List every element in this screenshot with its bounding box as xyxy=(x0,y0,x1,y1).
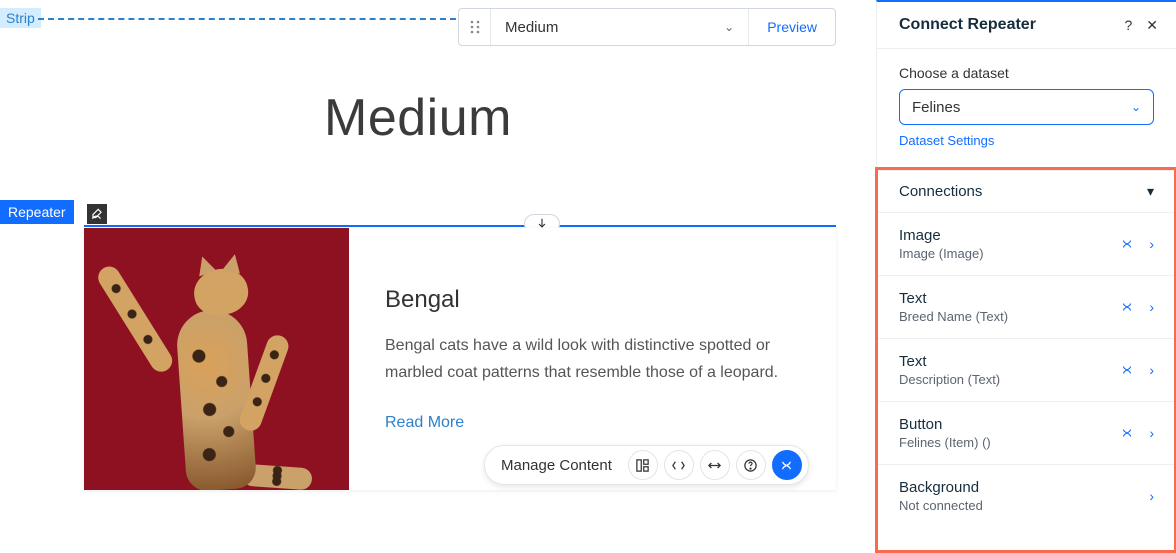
connection-sub: Breed Name (Text) xyxy=(899,309,1008,324)
drag-grip-icon[interactable] xyxy=(459,9,491,45)
strip-dashed-line xyxy=(38,18,456,20)
animations-icon[interactable] xyxy=(664,450,694,480)
connection-row-text-breed[interactable]: Text Breed Name (Text) › xyxy=(877,276,1176,339)
preview-button[interactable]: Preview xyxy=(748,9,835,45)
breakpoint-name: Medium xyxy=(505,19,558,36)
dataset-label: Choose a dataset xyxy=(899,65,1154,81)
repeater-tag[interactable]: Repeater xyxy=(0,200,74,224)
element-toolbar: Manage Content xyxy=(484,445,809,485)
connection-row-button[interactable]: Button Felines (Item) () › xyxy=(877,402,1176,465)
chevron-right-icon: › xyxy=(1149,362,1154,378)
connection-name: Text xyxy=(899,353,1000,370)
connection-row-background[interactable]: Background Not connected › xyxy=(877,465,1176,527)
page-heading: Medium xyxy=(0,88,836,148)
chevron-right-icon: › xyxy=(1149,299,1154,315)
connections-header[interactable]: Connections ▾ xyxy=(877,170,1176,213)
cat-illustration xyxy=(106,250,296,490)
linked-icon xyxy=(1119,426,1135,440)
help-icon[interactable] xyxy=(736,450,766,480)
connect-repeater-panel: Connect Repeater ? ✕ Choose a dataset Fe… xyxy=(876,0,1176,551)
caret-down-icon: ▾ xyxy=(1147,183,1154,200)
chevron-right-icon: › xyxy=(1149,488,1154,504)
close-icon[interactable]: ✕ xyxy=(1146,17,1158,34)
dataset-section: Choose a dataset Felines ⌄ Dataset Setti… xyxy=(877,49,1176,156)
connection-row-text-desc[interactable]: Text Description (Text) › xyxy=(877,339,1176,402)
panel-title: Connect Repeater xyxy=(899,16,1036,34)
connection-sub: Not connected xyxy=(899,498,983,513)
chevron-down-icon: ⌄ xyxy=(1131,100,1141,114)
chevron-right-icon: › xyxy=(1149,425,1154,441)
editor-canvas: Strip Medium ⌄ Preview Medium Repeater xyxy=(0,0,876,551)
linked-icon xyxy=(1119,363,1135,377)
panel-header: Connect Repeater ? ✕ xyxy=(877,2,1176,49)
chevron-down-icon: ⌄ xyxy=(724,20,734,34)
connection-row-image[interactable]: Image Image (Image) › xyxy=(877,213,1176,276)
connection-sub: Image (Image) xyxy=(899,246,984,261)
linked-icon xyxy=(1119,237,1135,251)
layout-icon[interactable] xyxy=(628,450,658,480)
dataset-value: Felines xyxy=(912,99,960,116)
dataset-settings-link[interactable]: Dataset Settings xyxy=(899,133,1154,148)
linked-icon xyxy=(1119,300,1135,314)
item-title[interactable]: Bengal xyxy=(385,286,808,314)
connection-sub: Felines (Item) () xyxy=(899,435,991,450)
chevron-right-icon: › xyxy=(1149,236,1154,252)
help-icon[interactable]: ? xyxy=(1124,17,1132,33)
dataset-select[interactable]: Felines ⌄ xyxy=(899,89,1154,125)
repeater-top-edge xyxy=(84,225,836,227)
connection-name: Image xyxy=(899,227,984,244)
connections-label: Connections xyxy=(899,183,982,200)
connect-data-icon[interactable] xyxy=(772,450,802,480)
stretch-icon[interactable] xyxy=(700,450,730,480)
breakpoint-select[interactable]: Medium ⌄ xyxy=(491,19,748,36)
connection-name: Text xyxy=(899,290,1008,307)
breakpoint-bar: Medium ⌄ Preview xyxy=(458,8,836,46)
connection-name: Background xyxy=(899,479,983,496)
manage-content-button[interactable]: Manage Content xyxy=(491,457,622,474)
connect-data-icon[interactable] xyxy=(87,204,107,224)
connection-sub: Description (Text) xyxy=(899,372,1000,387)
strip-tag[interactable]: Strip xyxy=(0,8,41,28)
connection-name: Button xyxy=(899,416,991,433)
item-description[interactable]: Bengal cats have a wild look with distin… xyxy=(385,332,808,386)
item-image[interactable] xyxy=(84,228,349,490)
read-more-link[interactable]: Read More xyxy=(385,414,808,432)
